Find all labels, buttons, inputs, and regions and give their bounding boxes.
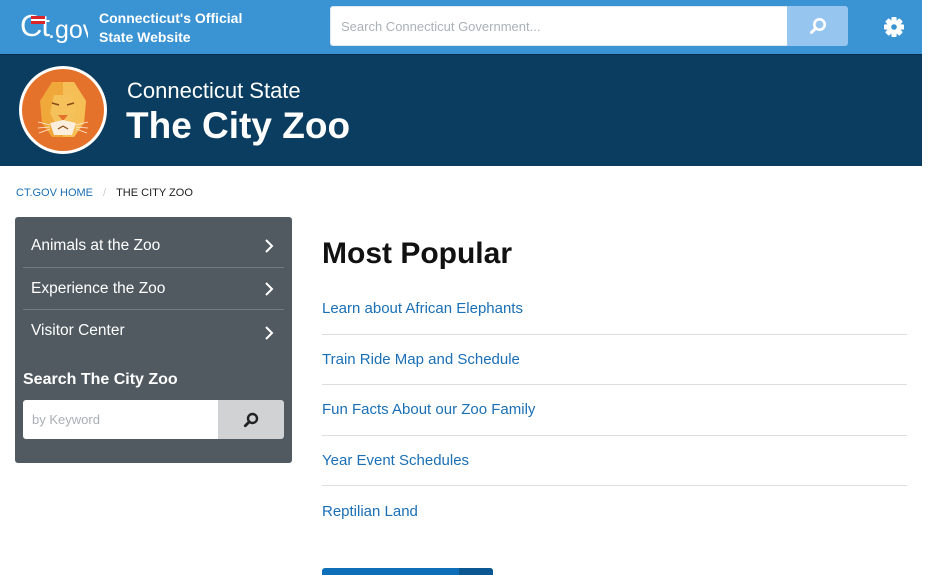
sidebar-item-label: Visitor Center [31,322,125,339]
site-tagline: Connecticut's Official State Website [99,9,242,47]
tagline-line-1: Connecticut's Official [99,10,243,26]
breadcrumb-home-link[interactable]: CT.GOV HOME [16,187,93,199]
sidebar-item-experience[interactable]: Experience the Zoo [23,268,284,310]
popular-link[interactable]: Train Ride Map and Schedule [322,351,520,368]
svg-text:Ct: Ct [20,8,50,43]
breadcrumb-current: THE CITY ZOO [116,187,193,199]
sidebar-item-label: Experience the Zoo [31,280,166,297]
popular-link[interactable]: Reptilian Land [322,503,418,520]
sidebar: Animals at the Zoo Experience the Zoo Vi… [15,217,292,463]
sidebar-search-button[interactable] [218,400,284,439]
banner-subtitle: Connecticut State [127,78,301,103]
chevron-right-icon [265,326,274,340]
sidebar-search-input[interactable] [23,400,218,439]
list-item: Train Ride Map and Schedule [322,335,907,385]
most-popular-heading: Most Popular [322,237,513,270]
svg-text:.gov: .gov [48,16,88,44]
gear-icon[interactable] [882,15,906,39]
more-button-arrow-segment [459,568,493,575]
sidebar-item-animals[interactable]: Animals at the Zoo [23,225,284,267]
chevron-right-icon [265,239,274,253]
sidebar-search [23,400,284,439]
sidebar-item-label: Animals at the Zoo [31,237,161,254]
global-search-input[interactable] [330,6,788,46]
agency-banner: Connecticut State The City Zoo [0,54,922,166]
global-search-button[interactable] [787,6,848,46]
ct-gov-logo[interactable]: Ct .gov [20,8,88,46]
most-popular-list: Learn about African Elephants Train Ride… [322,284,907,537]
top-bar: Ct .gov Connecticut's Official State Web… [0,0,922,54]
search-icon [243,412,259,427]
global-search [330,6,848,46]
lion-icon[interactable] [18,65,108,155]
list-item: Fun Facts About our Zoo Family [322,385,907,436]
breadcrumb-separator: / [103,187,107,199]
flag-icon [31,16,45,24]
popular-link[interactable]: Learn about African Elephants [322,300,523,317]
list-item: Year Event Schedules [322,436,907,486]
page: Ct .gov Connecticut's Official State Web… [0,0,922,575]
popular-link[interactable]: Year Event Schedules [322,452,469,469]
chevron-right-icon [265,282,274,296]
tagline-line-2: State Website [99,29,191,45]
popular-link[interactable]: Fun Facts About our Zoo Family [322,401,535,418]
sidebar-search-title: Search The City Zoo [23,371,178,388]
more-button[interactable] [322,568,493,575]
sidebar-item-visitor-center[interactable]: Visitor Center [23,310,284,352]
page-title: The City Zoo [126,105,351,146]
search-icon [809,18,826,34]
breadcrumb: CT.GOV HOME / THE CITY ZOO [16,186,193,200]
list-item: Reptilian Land [322,486,907,537]
list-item: Learn about African Elephants [322,284,907,335]
